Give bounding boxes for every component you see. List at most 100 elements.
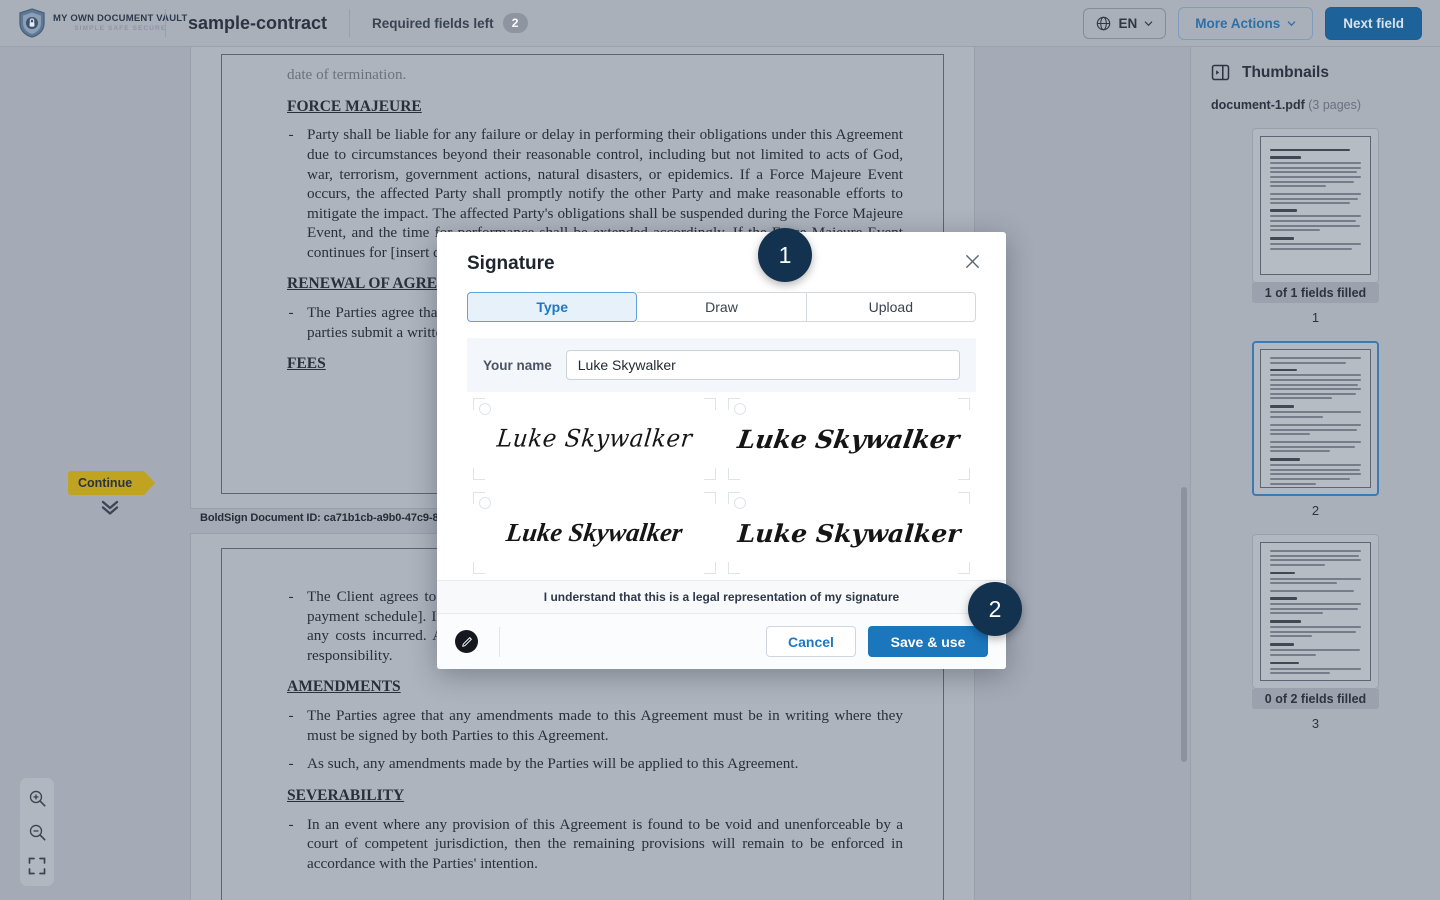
language-label: EN xyxy=(1118,15,1138,31)
list-item[interactable]: 1 of 1 fields filled 1 xyxy=(1191,128,1440,325)
chevron-down-icon xyxy=(1144,20,1153,26)
dialog-title: Signature xyxy=(467,253,555,274)
zoom-in-button[interactable] xyxy=(22,784,52,812)
bullet-icon: - xyxy=(288,588,294,605)
brand-logo[interactable]: MY OWN DOCUMENT VAULT SIMPLE SAFE SECURE xyxy=(0,8,187,38)
app-root: MY OWN DOCUMENT VAULT SIMPLE SAFE SECURE… xyxy=(0,0,1440,900)
close-button[interactable] xyxy=(961,250,984,278)
more-actions-label: More Actions xyxy=(1195,15,1281,31)
signature-option-4[interactable]: Luke Skywalker xyxy=(722,486,977,580)
legal-disclaimer: I understand that this is a legal repres… xyxy=(437,580,1006,613)
footer-divider xyxy=(499,626,500,657)
thumbnail-number-2: 2 xyxy=(1311,503,1320,518)
step-badge-1: 1 xyxy=(758,228,812,282)
thumbnail-status-1: 1 of 1 fields filled xyxy=(1252,283,1379,303)
continue-tag-button[interactable]: Continue xyxy=(68,471,156,495)
zoom-in-icon xyxy=(29,790,46,807)
thumbnail-preview xyxy=(1260,349,1371,488)
page-2-item-1-0: - The Parties agree that any amendments … xyxy=(287,706,903,745)
bullet-icon: - xyxy=(288,304,294,322)
thumbnail-status-3: 0 of 2 fields filled xyxy=(1252,689,1379,709)
language-selector[interactable]: EN xyxy=(1083,7,1167,39)
thumbnails-header: Thumbnails xyxy=(1191,63,1440,82)
tab-type[interactable]: Type xyxy=(467,292,638,322)
dialog-header: Signature xyxy=(437,232,1006,278)
radio-icon[interactable] xyxy=(733,403,746,415)
required-fields-indicator: Required fields left 2 xyxy=(350,13,528,33)
signature-preview-text: Luke Skywalker xyxy=(504,518,685,547)
continue-chevrons-icon[interactable] xyxy=(99,499,121,515)
signature-preview-text: Luke Skywalker xyxy=(736,518,962,548)
thumbnail-number-3: 3 xyxy=(1311,716,1320,731)
signature-style-grid: Luke Skywalker Luke Skywalker Luke Skywa… xyxy=(467,392,976,580)
bullet-icon: - xyxy=(288,755,294,773)
page-2-heading-2: SEVERABILITY xyxy=(287,786,405,804)
thumbnail-preview xyxy=(1260,136,1371,275)
thumbnail-page-1[interactable] xyxy=(1252,128,1379,283)
signature-option-2[interactable]: Luke Skywalker xyxy=(722,392,977,486)
paragraph-text: In an event where any provision of this … xyxy=(307,815,903,872)
bullet-icon: - xyxy=(288,707,294,725)
cancel-button[interactable]: Cancel xyxy=(766,626,856,657)
boldsign-document-id: BoldSign Document ID: ca71b1cb-a9b0-47c9… xyxy=(200,512,455,524)
bullet-icon: - xyxy=(288,815,294,833)
page-1-heading-0: FORCE MAJEURE xyxy=(287,97,422,115)
page-1-top-fragment: date of termination. xyxy=(287,66,407,83)
more-actions-button[interactable]: More Actions xyxy=(1178,6,1314,40)
close-icon xyxy=(966,255,979,268)
pencil-button[interactable] xyxy=(455,630,478,653)
page-2-item-1-1: - As such, any amendments made by the Pa… xyxy=(287,754,903,774)
signature-option-3[interactable]: Luke Skywalker xyxy=(467,486,722,580)
list-item[interactable]: 2 xyxy=(1191,341,1440,518)
zoom-out-button[interactable] xyxy=(22,818,52,846)
page-2-heading-1: AMENDMENTS xyxy=(287,678,401,696)
save-button[interactable]: Save & use xyxy=(868,626,988,657)
paragraph-text: As such, any amendments made by the Part… xyxy=(307,755,799,773)
thumbnail-number-1: 1 xyxy=(1311,310,1320,325)
tab-upload[interactable]: Upload xyxy=(806,292,976,322)
thumbnail-page-2[interactable] xyxy=(1252,341,1379,496)
name-input[interactable] xyxy=(565,350,960,380)
header-actions: EN More Actions Next field xyxy=(1083,6,1440,40)
thumbnail-preview xyxy=(1260,542,1371,681)
paragraph-text: The Parties agree that any amendments ma… xyxy=(307,707,903,744)
thumbnails-page-count: (3 pages) xyxy=(1308,98,1362,112)
next-field-button[interactable]: Next field xyxy=(1325,6,1422,40)
thumbnails-filename-row: document-1.pdf (3 pages) xyxy=(1191,82,1440,112)
name-input-row: Your name xyxy=(467,338,976,392)
radio-icon[interactable] xyxy=(733,497,746,509)
required-fields-label: Required fields left xyxy=(372,15,494,31)
signature-preview-text: Luke Skywalker xyxy=(495,425,694,453)
continue-label: Continue xyxy=(78,476,133,490)
zoom-out-icon xyxy=(29,824,46,841)
tab-draw[interactable]: Draw xyxy=(637,292,807,322)
signature-preview-text: Luke Skywalker xyxy=(735,424,962,454)
chevron-down-icon xyxy=(1287,20,1296,26)
thumbnails-filename: document-1.pdf xyxy=(1211,98,1305,112)
thumbnails-panel: Thumbnails document-1.pdf (3 pages) 1 of… xyxy=(1190,47,1440,900)
viewer-scrollbar[interactable] xyxy=(1181,487,1187,762)
shield-lock-icon xyxy=(19,8,45,38)
step-badge-2: 2 xyxy=(968,582,1022,636)
thumbnail-page-3[interactable] xyxy=(1252,534,1379,689)
thumbnails-title: Thumbnails xyxy=(1242,63,1329,81)
signature-mode-tabs: Type Draw Upload xyxy=(467,292,976,322)
signature-dialog: Signature Type Draw Upload Your name Luk… xyxy=(437,232,1006,669)
globe-icon xyxy=(1097,16,1111,30)
required-fields-badge: 2 xyxy=(502,13,528,33)
signature-option-1[interactable]: Luke Skywalker xyxy=(467,392,722,486)
page-2-item-2-0: - In an event where any provision of thi… xyxy=(287,815,903,874)
dialog-footer: Cancel Save & use xyxy=(437,613,1006,669)
bullet-icon: - xyxy=(288,126,294,144)
radio-icon[interactable] xyxy=(479,403,491,415)
page-title: sample-contract xyxy=(188,12,328,33)
zoom-toolbar xyxy=(20,778,54,886)
pencil-icon xyxy=(461,636,472,647)
app-header: MY OWN DOCUMENT VAULT SIMPLE SAFE SECURE… xyxy=(0,0,1440,47)
fit-to-screen-icon xyxy=(28,857,46,875)
fit-to-screen-button[interactable] xyxy=(22,852,52,880)
list-item[interactable]: 0 of 2 fields filled 3 xyxy=(1191,534,1440,731)
next-field-label: Next field xyxy=(1343,15,1404,31)
radio-icon[interactable] xyxy=(479,497,491,509)
panel-collapse-icon[interactable] xyxy=(1211,63,1230,82)
